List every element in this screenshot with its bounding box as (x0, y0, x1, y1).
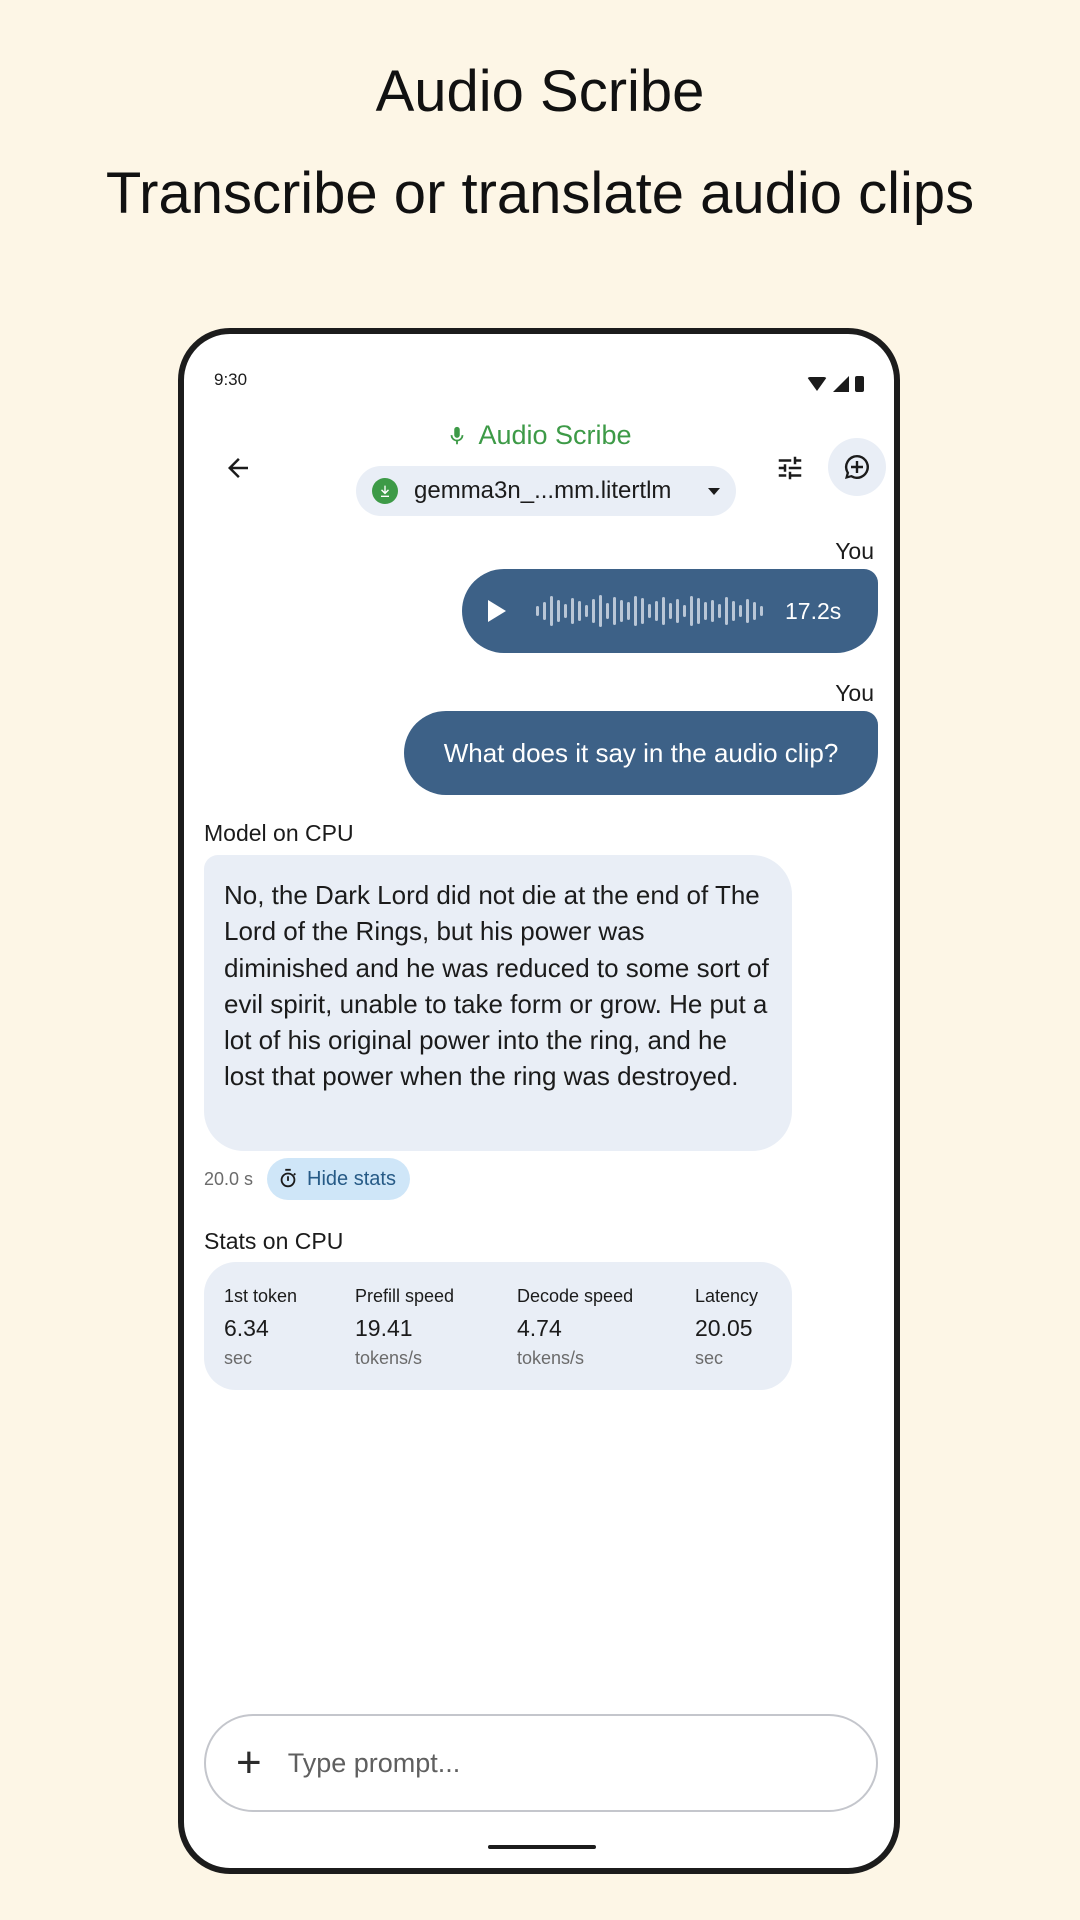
waveform-bar (550, 596, 553, 626)
response-meta: 20.0 s Hide stats (204, 1158, 410, 1200)
waveform-bar (634, 596, 637, 626)
stat-decode-speed: Decode speed 4.74 tokens/s (517, 1286, 633, 1369)
stat-label: Prefill speed (355, 1286, 455, 1306)
waveform-bar (690, 596, 693, 626)
timer-icon (280, 1168, 297, 1188)
waveform (536, 591, 763, 631)
audio-sender-label: You (835, 538, 874, 564)
waveform-bar (599, 595, 602, 627)
stat-label: 1st token (224, 1286, 298, 1306)
waveform-bar (571, 598, 574, 624)
waveform-bar (662, 597, 665, 625)
stat-label: Latency (695, 1286, 759, 1306)
model-response-bubble: No, the Dark Lord did not die at the end… (204, 855, 792, 1151)
stat-value: 19.41 (355, 1315, 413, 1341)
battery-icon (855, 376, 864, 392)
waveform-bar (697, 598, 700, 624)
stat-latency: Latency 20.05 sec (695, 1286, 758, 1369)
waveform-bar (711, 600, 714, 622)
waveform-bar (592, 599, 595, 623)
signal-icon (833, 376, 849, 392)
waveform-bar (648, 604, 651, 618)
promo-subtitle: Transcribe or translate audio clips (105, 161, 975, 226)
waveform-bar (669, 603, 672, 619)
waveform-bar (585, 605, 588, 617)
status-time: 9:30 (214, 370, 248, 389)
waveform-bar (732, 601, 735, 621)
stat-first-token: 1st token 6.34 sec (224, 1286, 297, 1369)
stat-value: 20.05 (695, 1315, 753, 1341)
waveform-bar (718, 604, 721, 618)
waveform-bar (557, 600, 560, 622)
waveform-bar (536, 606, 539, 616)
stat-unit: tokens/s (355, 1348, 423, 1368)
tune-icon (778, 456, 802, 480)
audio-duration: 17.2s (785, 597, 842, 624)
stat-unit: tokens/s (517, 1348, 585, 1368)
mic-icon (451, 426, 464, 444)
waveform-bar (725, 597, 728, 625)
arrow-back-icon (228, 458, 248, 478)
waveform-bar (641, 598, 644, 624)
user-message-bubble: What does it say in the audio clip? (404, 711, 878, 795)
waveform-bar (606, 603, 609, 619)
waveform-bar (543, 602, 546, 620)
waveform-bar (613, 597, 616, 625)
waveform-bar (620, 600, 623, 622)
response-latency: 20.0 s (204, 1168, 254, 1189)
stat-value: 6.34 (224, 1315, 269, 1341)
stat-unit: sec (224, 1348, 253, 1368)
stat-unit: sec (695, 1348, 724, 1368)
prompt-bar: + (204, 1714, 878, 1812)
text-sender-label: You (835, 680, 874, 706)
model-selector[interactable]: gemma3n_...mm.litertlm (356, 466, 736, 516)
play-icon[interactable] (488, 600, 506, 622)
stat-label: Decode speed (517, 1286, 634, 1306)
waveform-bar (683, 605, 686, 617)
promo-title: Audio Scribe (375, 59, 705, 124)
waveform-bar (753, 602, 756, 620)
stats-card: 1st token 6.34 sec Prefill speed 19.41 t… (204, 1262, 792, 1390)
model-name: gemma3n_...mm.litertlm (414, 477, 672, 504)
prompt-input[interactable] (287, 1747, 808, 1779)
hide-stats-button[interactable]: Hide stats (267, 1158, 410, 1200)
audio-message-bubble[interactable]: 17.2s (462, 569, 878, 653)
phone-screen: 9:30 Audio Scribe gemma3n_...mm.litertlm… (178, 328, 900, 1874)
hide-stats-label: Hide stats (307, 1167, 396, 1190)
dropdown-caret-icon (708, 487, 720, 495)
new-chat-button[interactable] (828, 438, 886, 496)
waveform-bar (704, 602, 707, 620)
waveform-bar (676, 599, 679, 623)
app-title-text: Audio Scribe (478, 420, 632, 450)
waveform-bar (655, 601, 658, 621)
waveform-bar (746, 599, 749, 623)
waveform-bar (627, 602, 630, 620)
waveform-bar (760, 606, 763, 616)
add-attachment-icon[interactable]: + (236, 1741, 262, 1785)
back-button[interactable] (214, 444, 262, 492)
add-comment-icon (844, 455, 869, 479)
download-done-icon (372, 478, 398, 504)
stats-title: Stats on CPU (204, 1228, 344, 1254)
status-icons (807, 376, 864, 392)
stat-prefill-speed: Prefill speed 19.41 tokens/s (355, 1286, 454, 1369)
waveform-bar (578, 601, 581, 621)
wifi-icon (807, 377, 827, 391)
settings-tune-button[interactable] (766, 444, 814, 492)
waveform-bar (739, 605, 742, 617)
stat-value: 4.74 (517, 1315, 562, 1341)
waveform-bar (564, 604, 567, 618)
home-indicator[interactable] (488, 1845, 596, 1849)
model-sender-label: Model on CPU (204, 820, 354, 846)
